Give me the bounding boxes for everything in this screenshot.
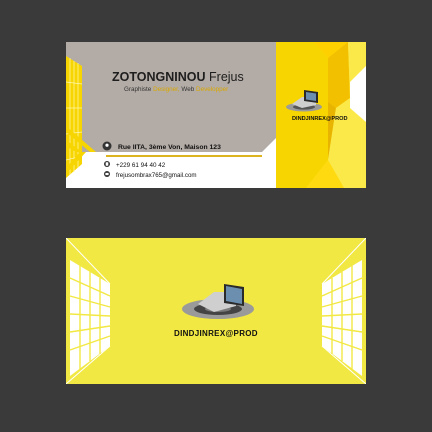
brand-name-front: DINDJINREX@PROD xyxy=(292,116,348,122)
email-icon xyxy=(104,171,110,177)
front-gray-panel xyxy=(66,42,276,152)
brand-name-back: DINDJINREX@PROD xyxy=(174,329,258,338)
phone-text: +229 61 94 40 42 xyxy=(116,162,166,169)
owner-first-name: Frejus xyxy=(209,70,244,84)
business-card-front: ZOTONGNINOU Frejus Graphiste Designer, W… xyxy=(66,42,366,188)
email-text: frejusombrax765@gmail.com xyxy=(116,172,197,179)
owner-name: ZOTONGNINOU Frejus xyxy=(112,70,244,84)
front-card-graphic xyxy=(66,42,366,188)
back-card-graphic xyxy=(66,238,366,384)
business-card-back: DINDJINREX@PROD xyxy=(66,238,366,384)
owner-role: Graphiste Designer, Web Developper xyxy=(124,86,229,93)
location-pin-icon xyxy=(102,141,112,151)
phone-icon xyxy=(104,161,110,167)
owner-last-name: ZOTONGNINOU xyxy=(112,70,206,84)
address-text: Rue IITA, 3ème Von, Maison 123 xyxy=(118,144,221,151)
